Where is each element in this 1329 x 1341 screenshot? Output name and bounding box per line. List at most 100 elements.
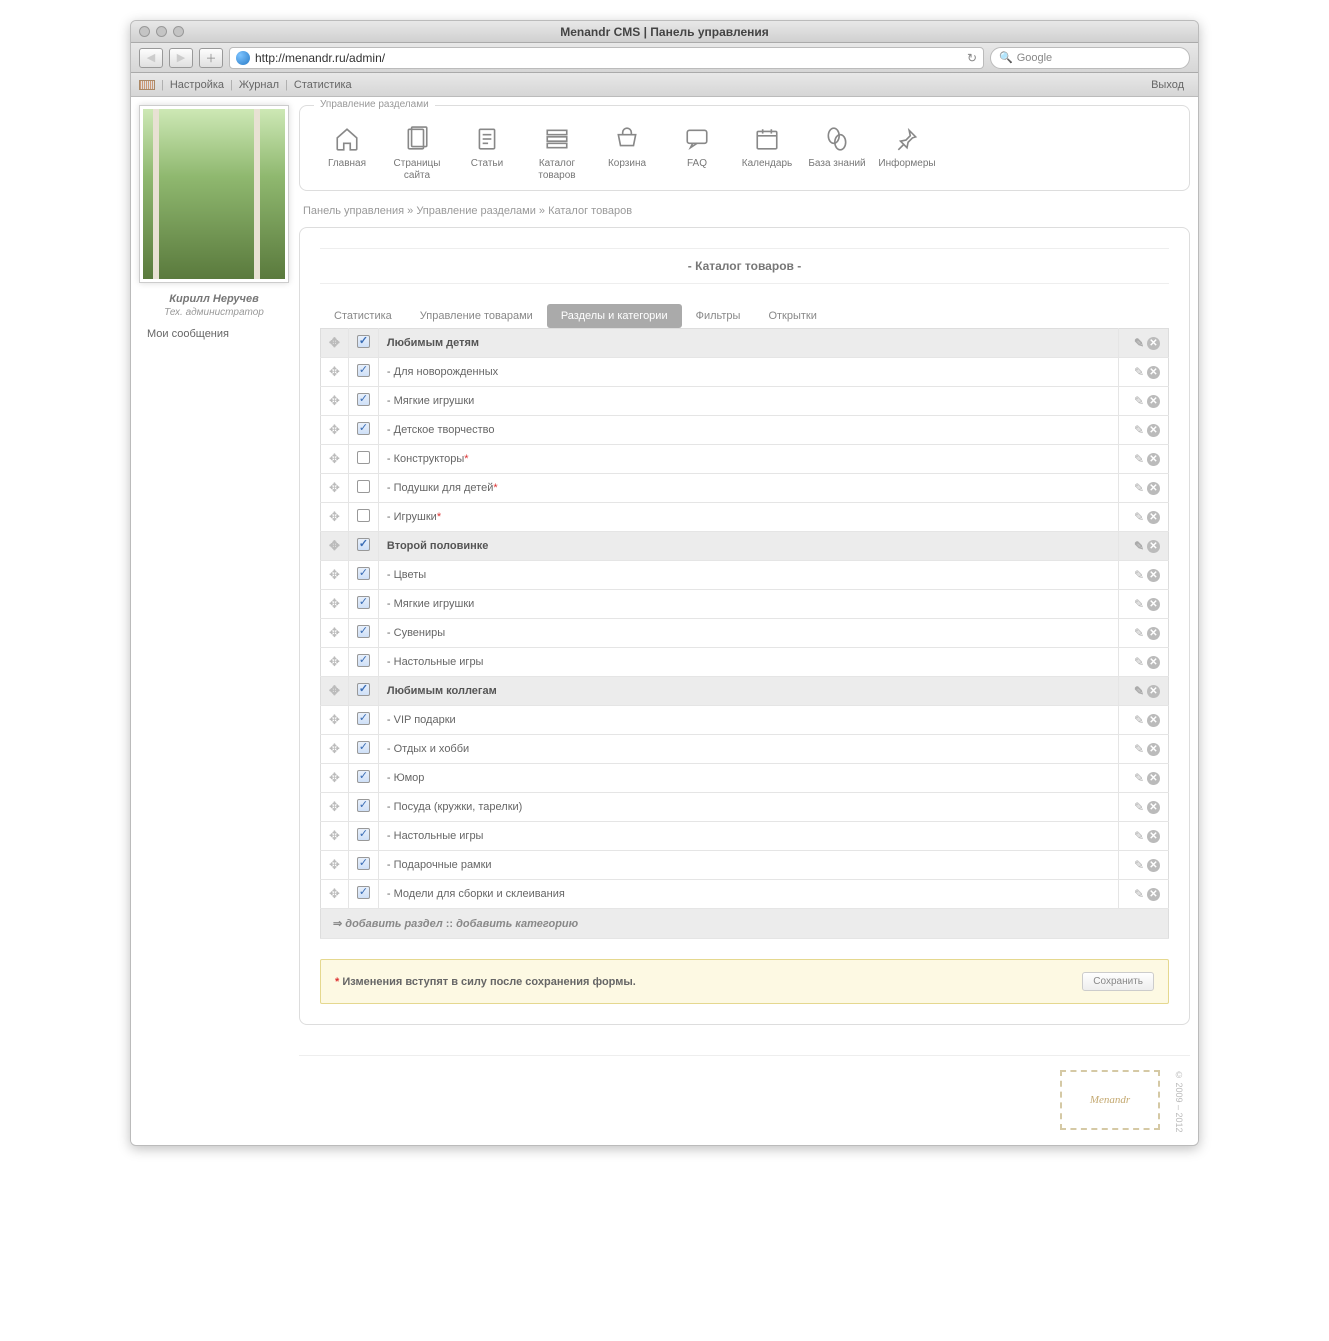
edit-icon[interactable]: ✎ bbox=[1130, 771, 1144, 785]
category-label[interactable]: - Игрушки* bbox=[378, 503, 1118, 532]
add-category-link[interactable]: добавить категорию bbox=[456, 918, 578, 930]
delete-icon[interactable]: ✕ bbox=[1147, 714, 1160, 727]
breadcrumb-part-0[interactable]: Панель управления bbox=[303, 205, 404, 217]
edit-icon[interactable]: ✎ bbox=[1130, 423, 1144, 437]
drag-handle-icon[interactable]: ✥ bbox=[329, 335, 340, 350]
edit-icon[interactable]: ✎ bbox=[1130, 713, 1144, 727]
delete-icon[interactable]: ✕ bbox=[1147, 627, 1160, 640]
visibility-checkbox[interactable] bbox=[357, 712, 370, 725]
section-nav-pin[interactable]: Информеры bbox=[872, 124, 942, 182]
visibility-checkbox[interactable] bbox=[357, 509, 370, 522]
edit-icon[interactable]: ✎ bbox=[1130, 394, 1144, 408]
delete-icon[interactable]: ✕ bbox=[1147, 888, 1160, 901]
delete-icon[interactable]: ✕ bbox=[1147, 395, 1160, 408]
forward-button[interactable]: ▶ bbox=[169, 48, 193, 68]
category-label[interactable]: - Для новорожденных bbox=[378, 358, 1118, 387]
edit-icon[interactable]: ✎ bbox=[1130, 742, 1144, 756]
drag-handle-icon[interactable]: ✥ bbox=[329, 683, 340, 698]
drag-handle-icon[interactable]: ✥ bbox=[329, 480, 340, 495]
category-label[interactable]: - Цветы bbox=[378, 561, 1118, 590]
delete-icon[interactable]: ✕ bbox=[1147, 337, 1160, 350]
edit-icon[interactable]: ✎ bbox=[1130, 829, 1144, 843]
category-label[interactable]: - Детское творчество bbox=[378, 416, 1118, 445]
delete-icon[interactable]: ✕ bbox=[1147, 540, 1160, 553]
drag-handle-icon[interactable]: ✥ bbox=[329, 799, 340, 814]
edit-icon[interactable]: ✎ bbox=[1130, 684, 1144, 698]
edit-icon[interactable]: ✎ bbox=[1130, 858, 1144, 872]
section-nav-doc[interactable]: Статьи bbox=[452, 124, 522, 182]
edit-icon[interactable]: ✎ bbox=[1130, 539, 1144, 553]
section-nav-calendar[interactable]: Календарь bbox=[732, 124, 802, 182]
delete-icon[interactable]: ✕ bbox=[1147, 482, 1160, 495]
add-section-link[interactable]: добавить раздел bbox=[345, 918, 442, 930]
visibility-checkbox[interactable] bbox=[357, 364, 370, 377]
edit-icon[interactable]: ✎ bbox=[1130, 655, 1144, 669]
category-label[interactable]: Любимым коллегам bbox=[378, 677, 1118, 706]
drag-handle-icon[interactable]: ✥ bbox=[329, 886, 340, 901]
drag-handle-icon[interactable]: ✥ bbox=[329, 596, 340, 611]
delete-icon[interactable]: ✕ bbox=[1147, 424, 1160, 437]
search-bar[interactable]: 🔍 Google bbox=[990, 47, 1190, 69]
visibility-checkbox[interactable] bbox=[357, 422, 370, 435]
delete-icon[interactable]: ✕ bbox=[1147, 453, 1160, 466]
edit-icon[interactable]: ✎ bbox=[1130, 481, 1144, 495]
tab-4[interactable]: Открытки bbox=[754, 304, 830, 328]
drag-handle-icon[interactable]: ✥ bbox=[329, 625, 340, 640]
drag-handle-icon[interactable]: ✥ bbox=[329, 364, 340, 379]
drag-handle-icon[interactable]: ✥ bbox=[329, 741, 340, 756]
edit-icon[interactable]: ✎ bbox=[1130, 597, 1144, 611]
back-button[interactable]: ◀ bbox=[139, 48, 163, 68]
visibility-checkbox[interactable] bbox=[357, 393, 370, 406]
visibility-checkbox[interactable] bbox=[357, 480, 370, 493]
drag-handle-icon[interactable]: ✥ bbox=[329, 712, 340, 727]
category-label[interactable]: - Настольные игры bbox=[378, 822, 1118, 851]
delete-icon[interactable]: ✕ bbox=[1147, 656, 1160, 669]
visibility-checkbox[interactable] bbox=[357, 741, 370, 754]
delete-icon[interactable]: ✕ bbox=[1147, 366, 1160, 379]
category-label[interactable]: - Подарочные рамки bbox=[378, 851, 1118, 880]
delete-icon[interactable]: ✕ bbox=[1147, 569, 1160, 582]
section-nav-pages[interactable]: Страницы сайта bbox=[382, 124, 452, 182]
visibility-checkbox[interactable] bbox=[357, 886, 370, 899]
delete-icon[interactable]: ✕ bbox=[1147, 830, 1160, 843]
visibility-checkbox[interactable] bbox=[357, 625, 370, 638]
my-messages-link[interactable]: Мои сообщения bbox=[147, 328, 229, 340]
top-menu-settings[interactable]: Настройка bbox=[164, 79, 230, 91]
section-nav-kb[interactable]: База знаний bbox=[802, 124, 872, 182]
add-bookmark-button[interactable]: ＋ bbox=[199, 48, 223, 68]
delete-icon[interactable]: ✕ bbox=[1147, 511, 1160, 524]
brand-icon[interactable] bbox=[139, 80, 155, 90]
breadcrumb-part-1[interactable]: Управление разделами bbox=[416, 205, 536, 217]
tab-2[interactable]: Разделы и категории bbox=[547, 304, 682, 328]
category-label[interactable]: - Мягкие игрушки bbox=[378, 590, 1118, 619]
visibility-checkbox[interactable] bbox=[357, 567, 370, 580]
url-bar[interactable]: http://menandr.ru/admin/ ↻ bbox=[229, 47, 984, 69]
delete-icon[interactable]: ✕ bbox=[1147, 743, 1160, 756]
edit-icon[interactable]: ✎ bbox=[1130, 887, 1144, 901]
delete-icon[interactable]: ✕ bbox=[1147, 598, 1160, 611]
logout-link[interactable]: Выход bbox=[1145, 79, 1190, 91]
delete-icon[interactable]: ✕ bbox=[1147, 859, 1160, 872]
tab-0[interactable]: Статистика bbox=[320, 304, 406, 328]
edit-icon[interactable]: ✎ bbox=[1130, 800, 1144, 814]
section-nav-cart[interactable]: Корзина bbox=[592, 124, 662, 182]
drag-handle-icon[interactable]: ✥ bbox=[329, 538, 340, 553]
drag-handle-icon[interactable]: ✥ bbox=[329, 857, 340, 872]
category-label[interactable]: - Модели для сборки и склеивания bbox=[378, 880, 1118, 909]
drag-handle-icon[interactable]: ✥ bbox=[329, 828, 340, 843]
visibility-checkbox[interactable] bbox=[357, 596, 370, 609]
section-nav-catalog[interactable]: Каталог товаров bbox=[522, 124, 592, 182]
visibility-checkbox[interactable] bbox=[357, 538, 370, 551]
visibility-checkbox[interactable] bbox=[357, 857, 370, 870]
drag-handle-icon[interactable]: ✥ bbox=[329, 393, 340, 408]
visibility-checkbox[interactable] bbox=[357, 799, 370, 812]
category-label[interactable]: - Настольные игры bbox=[378, 648, 1118, 677]
drag-handle-icon[interactable]: ✥ bbox=[329, 654, 340, 669]
drag-handle-icon[interactable]: ✥ bbox=[329, 770, 340, 785]
visibility-checkbox[interactable] bbox=[357, 770, 370, 783]
save-button[interactable]: Сохранить bbox=[1082, 972, 1154, 991]
visibility-checkbox[interactable] bbox=[357, 828, 370, 841]
top-menu-journal[interactable]: Журнал bbox=[233, 79, 285, 91]
category-label[interactable]: - Посуда (кружки, тарелки) bbox=[378, 793, 1118, 822]
category-label[interactable]: - VIP подарки bbox=[378, 706, 1118, 735]
